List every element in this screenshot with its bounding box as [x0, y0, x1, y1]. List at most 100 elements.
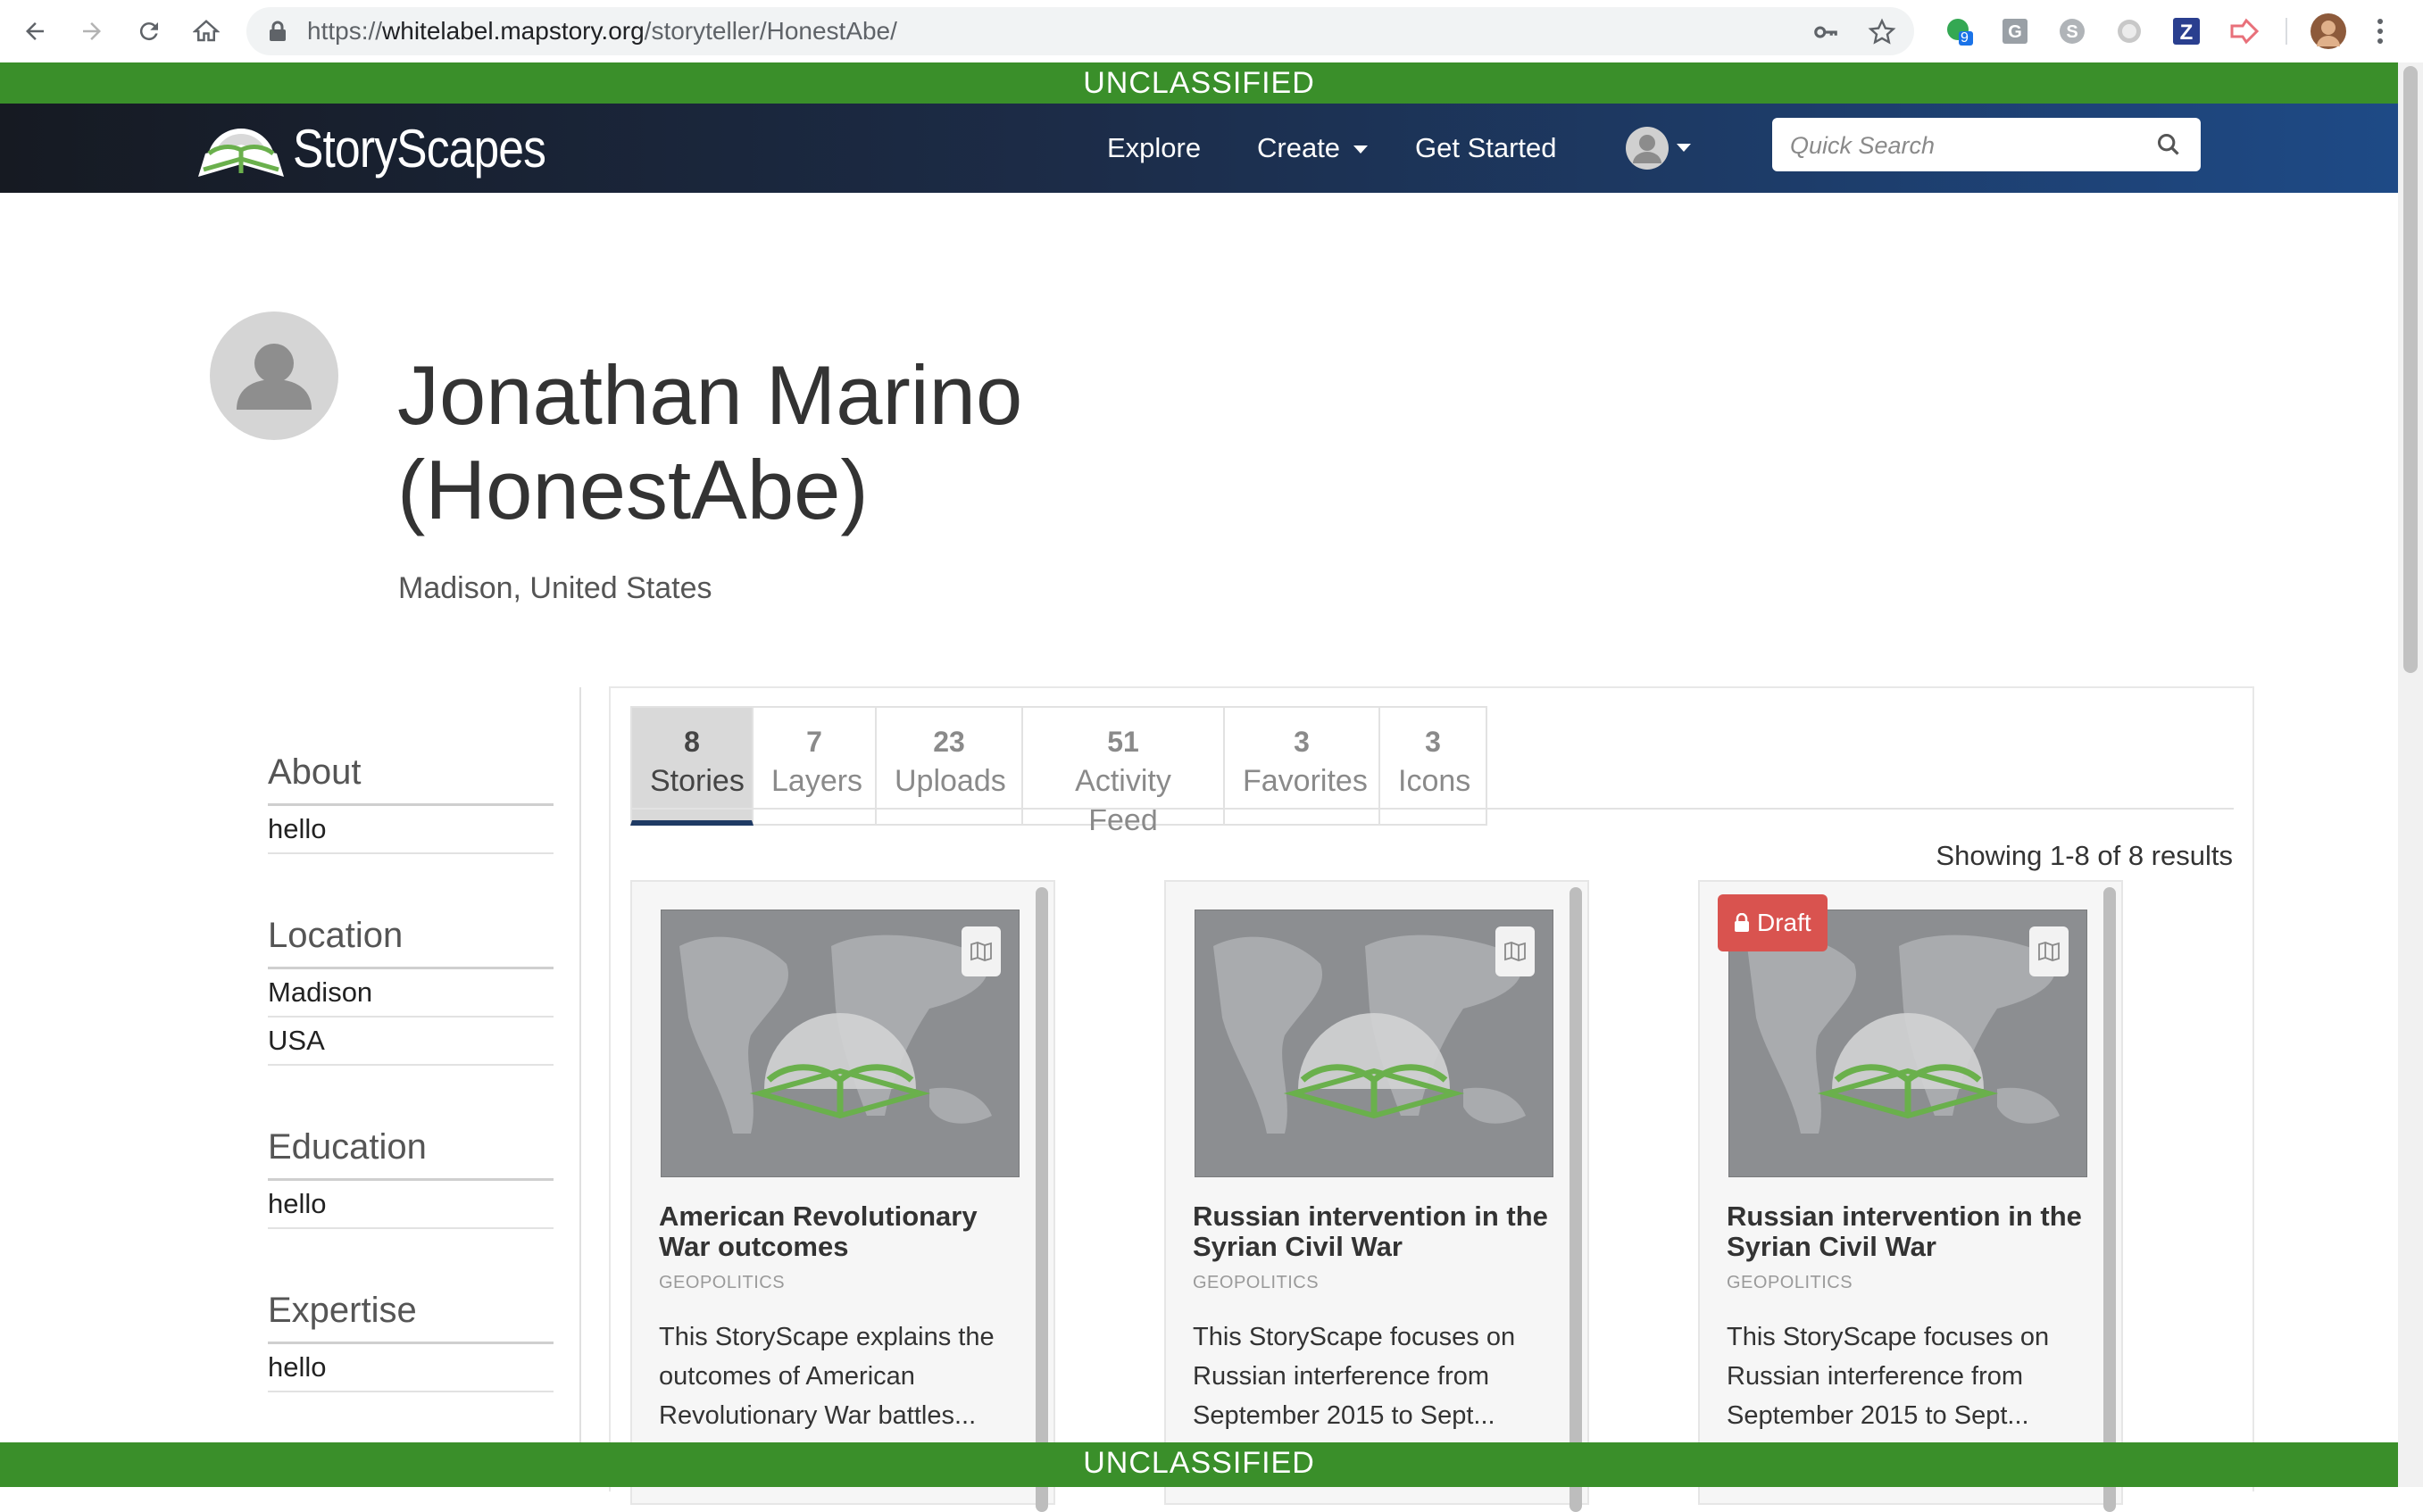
- story-card[interactable]: Russian intervention in the Syrian Civil…: [1164, 880, 1589, 1512]
- map-type-badge: [1495, 926, 1535, 976]
- expertise-value: hello: [268, 1344, 554, 1392]
- site-navbar: StoryScapes Explore Create Get Started: [0, 104, 2398, 193]
- profile-sidebar: About hello Location Madison USA Educati…: [268, 741, 554, 1392]
- toolbar-divider: [2286, 18, 2287, 45]
- card-scrollbar[interactable]: [2103, 887, 2116, 1512]
- nav-create[interactable]: Create: [1257, 104, 1368, 193]
- profile-name-line1: Jonathan Marino: [397, 348, 1023, 442]
- classification-banner-bottom: UNCLASSIFIED: [0, 1442, 2398, 1487]
- story-description: This StoryScape focuses on Russian inter…: [1193, 1323, 1516, 1430]
- sidebar-divider: [579, 687, 581, 1446]
- chat-extension-icon[interactable]: 9: [1943, 14, 1977, 48]
- skype-extension-icon[interactable]: S: [2055, 14, 2089, 48]
- education-value: hello: [268, 1181, 554, 1229]
- tab-count: 8: [684, 726, 700, 758]
- tab-label: Activity Feed: [1075, 764, 1171, 837]
- nav-get-started[interactable]: Get Started: [1415, 104, 1557, 193]
- story-category: GEOPOLITICS: [1727, 1273, 1853, 1292]
- about-value: hello: [268, 806, 554, 854]
- address-bar[interactable]: https://whitelabel.mapstory.org/storytel…: [246, 7, 1914, 55]
- share-extension-icon[interactable]: [2227, 14, 2261, 48]
- tab-label: Favorites: [1243, 764, 1368, 798]
- browser-menu-icon[interactable]: [2369, 14, 2391, 48]
- home-icon: [193, 20, 220, 42]
- url-text: https://whitelabel.mapstory.org/storytel…: [307, 17, 897, 45]
- card-scrollbar[interactable]: [1570, 887, 1582, 1512]
- story-title[interactable]: American Revolutionary War outcomes: [659, 1201, 1034, 1262]
- user-silhouette-icon: [237, 344, 312, 410]
- home-button[interactable]: [186, 11, 227, 52]
- lock-icon: [1735, 913, 1749, 932]
- extension-badge: 9: [1961, 30, 1969, 46]
- results-count: Showing 1-8 of 8 results: [1936, 840, 2233, 871]
- profile-name-line2: (HonestAbe): [397, 443, 869, 536]
- g-extension-icon[interactable]: G: [1998, 14, 2032, 48]
- tab-label: Layers: [771, 764, 863, 798]
- education-section: Education hello: [268, 1116, 554, 1229]
- user-menu[interactable]: [1625, 125, 1691, 171]
- search-icon[interactable]: [2156, 132, 2181, 157]
- nav-create-label: Create: [1257, 132, 1341, 163]
- story-thumbnail[interactable]: [1195, 910, 1553, 1177]
- svg-text:S: S: [2066, 22, 2077, 42]
- map-type-badge: [962, 926, 1001, 976]
- svg-text:Z: Z: [2180, 21, 2194, 45]
- story-thumbnail[interactable]: [661, 910, 1020, 1177]
- profile-avatar-large: [210, 312, 338, 440]
- circle-extension-icon[interactable]: [2112, 14, 2146, 48]
- map-icon: [2038, 942, 2060, 961]
- draft-badge-label: Draft: [1757, 909, 1811, 936]
- expertise-section: Expertise hello: [268, 1279, 554, 1392]
- page-scrollbar-thumb[interactable]: [2403, 66, 2418, 673]
- reload-icon: [139, 22, 158, 41]
- page-scrollbar[interactable]: [2398, 62, 2423, 1487]
- z-extension-icon[interactable]: Z: [2169, 14, 2203, 48]
- nav-explore[interactable]: Explore: [1107, 104, 1201, 193]
- tab-count: 7: [806, 726, 822, 758]
- tab-label: Stories: [650, 764, 745, 798]
- arrow-right-icon: [83, 22, 101, 40]
- card-scrollbar[interactable]: [1036, 887, 1048, 1512]
- user-avatar-icon: [1626, 127, 1669, 170]
- brand-logo[interactable]: StoryScapes: [195, 114, 587, 182]
- tab-count: 23: [933, 726, 965, 758]
- storyscapes-logo-icon: [198, 129, 284, 177]
- tab-count: 51: [1107, 726, 1139, 758]
- story-card[interactable]: Draft Russian intervention in the Syrian…: [1698, 880, 2123, 1512]
- reload-button[interactable]: [129, 11, 170, 52]
- classification-banner-top: UNCLASSIFIED: [0, 62, 2398, 104]
- map-icon: [970, 942, 992, 961]
- caret-down-icon: [1353, 145, 1368, 154]
- map-icon: [1504, 942, 1526, 961]
- tabs-underline: [630, 808, 2234, 810]
- forward-button[interactable]: [71, 11, 112, 52]
- education-heading: Education: [268, 1116, 554, 1181]
- bookmark-star-icon[interactable]: [1868, 18, 1896, 46]
- arrow-left-icon: [26, 22, 44, 40]
- story-category: GEOPOLITICS: [1193, 1273, 1320, 1292]
- tab-count: 3: [1425, 726, 1441, 758]
- svg-text:G: G: [2008, 22, 2022, 42]
- profile-name: Jonathan Marino (HonestAbe): [397, 348, 1469, 537]
- map-type-badge: [2029, 926, 2069, 976]
- profile-location: Madison, United States: [398, 571, 712, 605]
- story-title[interactable]: Russian intervention in the Syrian Civil…: [1727, 1201, 2102, 1262]
- expertise-heading: Expertise: [268, 1279, 554, 1344]
- brand-name: StoryScapes: [293, 118, 546, 179]
- story-category: GEOPOLITICS: [659, 1273, 786, 1292]
- location-heading: Location: [268, 904, 554, 969]
- search-input[interactable]: [1788, 118, 2140, 173]
- story-card[interactable]: American Revolutionary War outcomes GEOP…: [630, 880, 1055, 1512]
- about-heading: About: [268, 741, 554, 806]
- story-description: This StoryScape focuses on Russian inter…: [1727, 1323, 2050, 1430]
- about-section: About hello: [268, 741, 554, 854]
- profile-avatar[interactable]: [2310, 12, 2347, 50]
- lock-icon: [270, 21, 286, 41]
- location-section: Location Madison USA: [268, 904, 554, 1066]
- caret-down-icon: [1677, 144, 1691, 152]
- location-city: Madison: [268, 969, 554, 1018]
- back-button[interactable]: [14, 11, 55, 52]
- browser-toolbar: https://whitelabel.mapstory.org/storytel…: [0, 0, 2423, 63]
- key-icon[interactable]: [1812, 19, 1839, 46]
- story-title[interactable]: Russian intervention in the Syrian Civil…: [1193, 1201, 1568, 1262]
